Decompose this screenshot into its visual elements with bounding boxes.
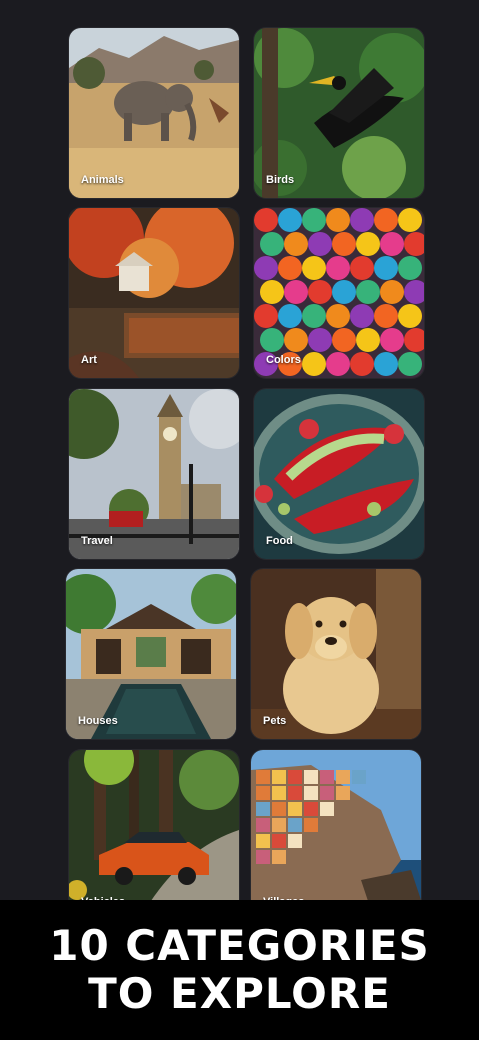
category-tile-art[interactable]: Art — [69, 208, 239, 378]
category-label: Animals — [81, 174, 124, 186]
category-tile-colors[interactable]: Colors — [254, 208, 424, 378]
category-label: Pets — [263, 715, 287, 727]
autumn-park-image — [69, 208, 239, 378]
promo-banner-text: 10 CATEGORIES TO EXPLORE — [49, 921, 430, 1018]
category-label: Food — [266, 535, 293, 547]
category-grid: Animals Birds Art Colors Travel Food Hou… — [0, 0, 479, 1040]
promo-banner: 10 CATEGORIES TO EXPLORE — [0, 900, 479, 1040]
hornbill-jungle-image — [254, 28, 424, 198]
category-label: Birds — [266, 174, 295, 186]
category-tile-pets[interactable]: Pets — [251, 569, 421, 739]
elephant-savanna-image — [69, 28, 239, 198]
category-tile-vehicles[interactable]: Vehicles — [69, 750, 239, 920]
strawberry-dessert-image — [254, 389, 424, 559]
category-label: Houses — [78, 715, 118, 727]
category-tile-animals[interactable]: Animals — [69, 28, 239, 198]
colorful-umbrellas-image — [254, 208, 424, 378]
orange-car-forest-image — [69, 750, 239, 920]
category-tile-travel[interactable]: Travel — [69, 389, 239, 559]
cliffside-village-image — [251, 750, 421, 920]
tropical-villa-image — [66, 569, 236, 739]
category-tile-villages[interactable]: Villages — [251, 750, 421, 920]
category-label: Colors — [266, 354, 301, 366]
category-label: Art — [81, 354, 97, 366]
category-tile-houses[interactable]: Houses — [66, 569, 236, 739]
golden-retriever-image — [251, 569, 421, 739]
category-tile-food[interactable]: Food — [254, 389, 424, 559]
category-label: Travel — [81, 535, 113, 547]
big-ben-london-image — [69, 389, 239, 559]
category-tile-birds[interactable]: Birds — [254, 28, 424, 198]
